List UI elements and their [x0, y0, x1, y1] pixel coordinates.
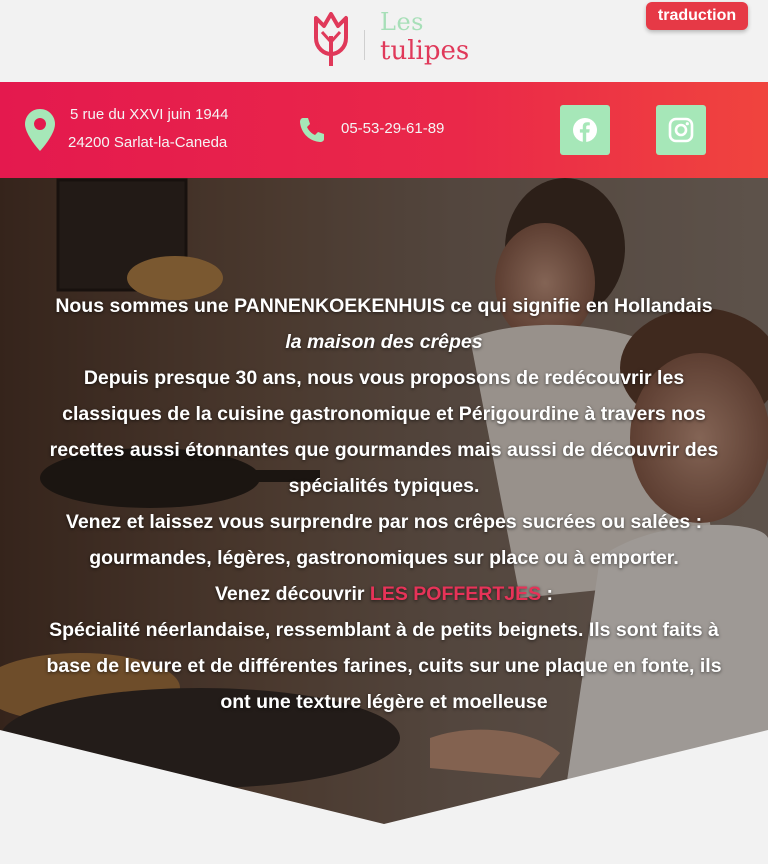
- hero-line: Spécialité néerlandaise, ressemblant à d…: [49, 619, 719, 641]
- site-logo[interactable]: Les tulipes: [312, 8, 469, 74]
- phone-icon: [300, 118, 324, 142]
- translate-button[interactable]: traduction: [646, 2, 748, 30]
- site-header: Les tulipes traduction: [0, 0, 768, 82]
- hero-section: Nous sommes une PANNENKOEKENHUIS ce qui …: [0, 178, 768, 828]
- logo-text-les: Les: [380, 8, 424, 36]
- hero-line: classiques de la cuisine gastronomique e…: [62, 403, 706, 425]
- hero-line-prefix: Venez découvrir: [214, 583, 370, 605]
- poffertjes-link[interactable]: LES POFFERTJES: [370, 583, 541, 605]
- facebook-icon: [573, 118, 597, 142]
- hero-line: Venez découvrir LES POFFERTJES :: [0, 576, 768, 612]
- hero-line: gourmandes, légères, gastronomiques sur …: [89, 547, 679, 569]
- hero-line: Depuis presque 30 ans, nous vous proposo…: [83, 367, 685, 389]
- tulip-icon: [314, 12, 348, 66]
- logo-divider: [364, 30, 365, 60]
- hero-line: Nous sommes une PANNENKOEKENHUIS ce qui …: [55, 295, 713, 317]
- address-line-2: 24200 Sarlat-la-Caneda: [68, 134, 228, 151]
- logo-text-tulipes: tulipes: [380, 36, 470, 66]
- hero-line-suffix: :: [541, 583, 554, 605]
- phone-number[interactable]: 05-53-29-61-89: [341, 120, 444, 137]
- hero-line-italic: la maison des crêpes: [285, 331, 483, 353]
- hero-line: Venez et laissez vous surprendre par nos…: [65, 511, 703, 533]
- contact-bar: 5 rue du XXVI juin 1944 24200 Sarlat-la-…: [0, 82, 768, 178]
- facebook-button[interactable]: [560, 105, 610, 155]
- hero-line: spécialités typiques.: [288, 475, 480, 497]
- hero-line: ont une texture légère et moelleuse: [220, 691, 548, 713]
- address-line-1: 5 rue du XXVI juin 1944: [70, 106, 229, 123]
- hero-line: recettes aussi étonnantes que gourmandes…: [49, 439, 719, 461]
- hero-line: base de levure et de différentes farines…: [46, 655, 722, 677]
- instagram-button[interactable]: [656, 105, 706, 155]
- hero-description: Nous sommes une PANNENKOEKENHUIS ce qui …: [0, 288, 768, 720]
- location-pin-icon: [25, 109, 55, 151]
- instagram-icon: [668, 117, 694, 143]
